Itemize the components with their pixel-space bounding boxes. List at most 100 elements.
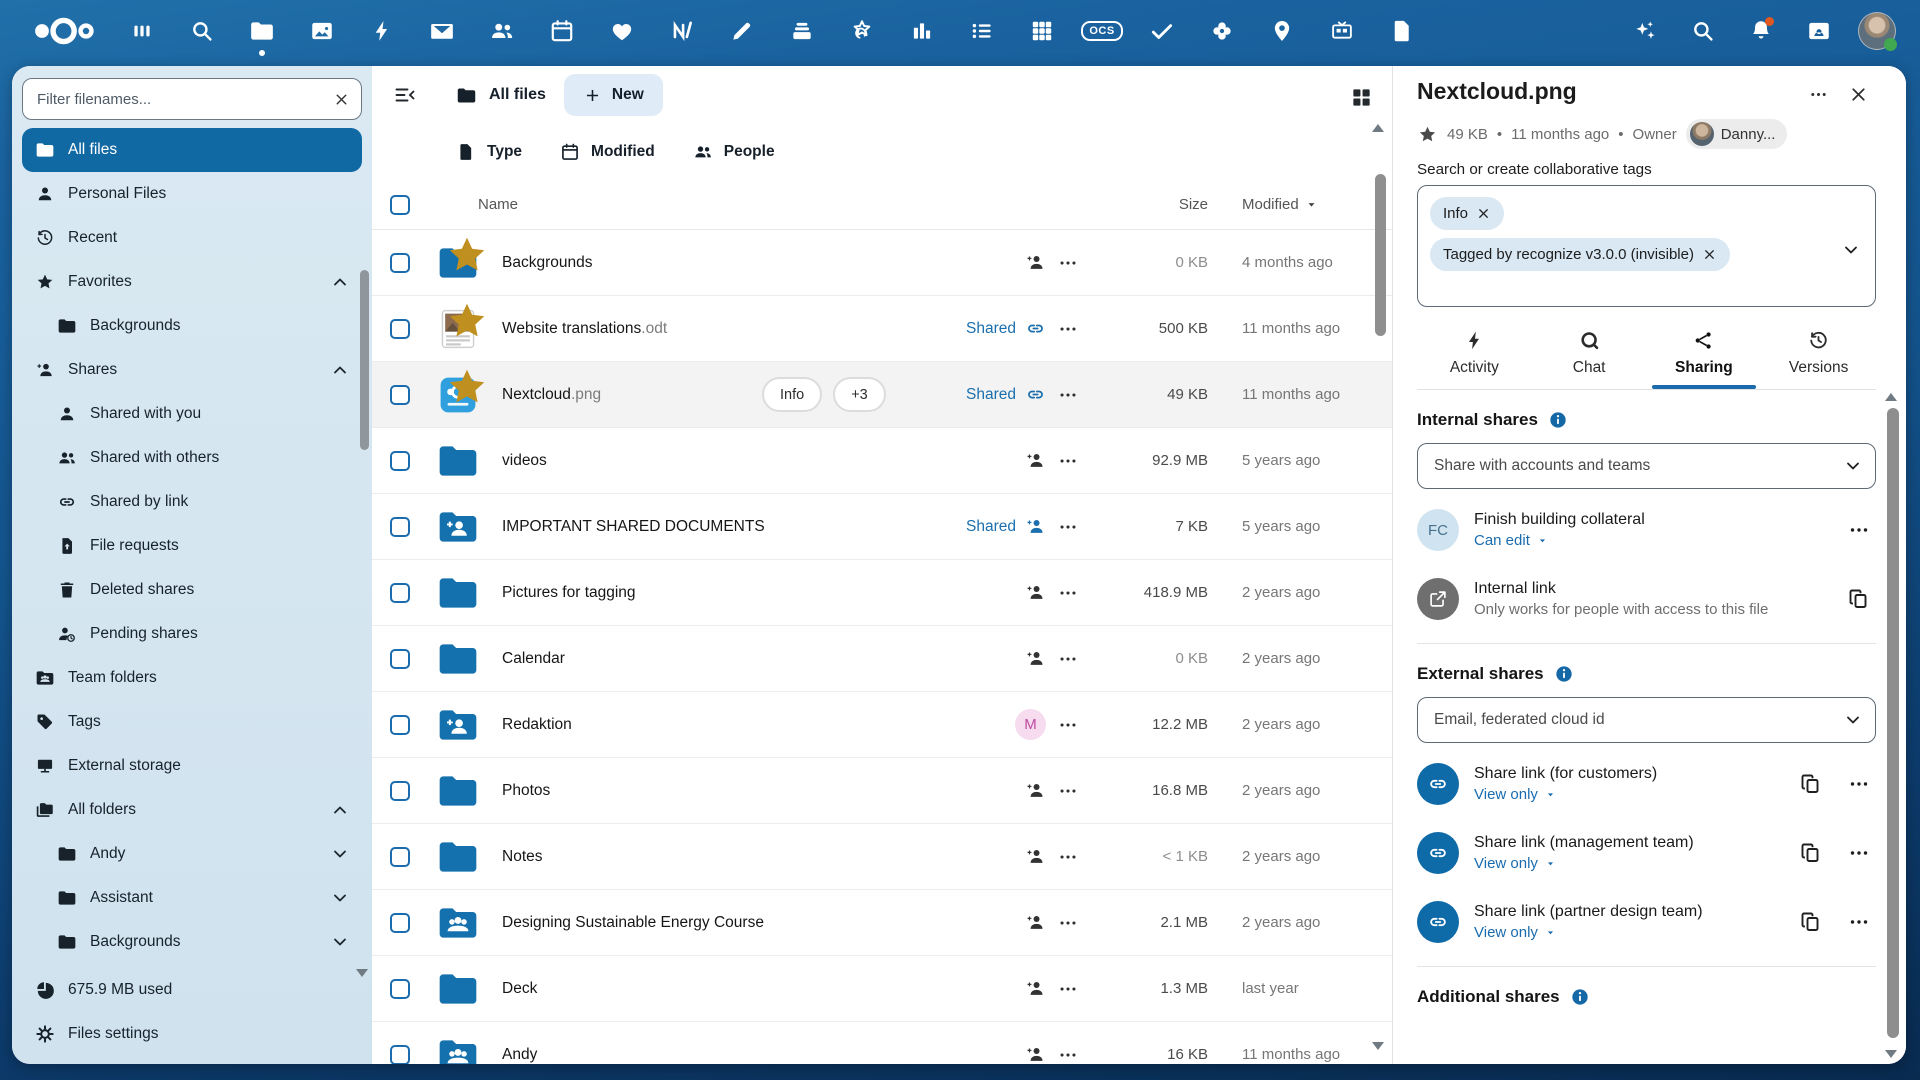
tag-chip-3[interactable]: +3: [833, 377, 886, 412]
filter-type[interactable]: Type: [456, 142, 522, 162]
breadcrumb[interactable]: All files: [456, 85, 546, 106]
filter-filenames-input[interactable]: [22, 78, 362, 120]
app-maps[interactable]: [1252, 5, 1312, 57]
sidebar-item-quota[interactable]: 675.9 MB used: [22, 968, 362, 1012]
row-actions-button[interactable]: [1046, 714, 1090, 736]
share-status[interactable]: [1025, 978, 1046, 999]
app-flower[interactable]: [1192, 5, 1252, 57]
sidebar-item-team-folders[interactable]: Team folders: [22, 656, 362, 700]
new-button[interactable]: New: [564, 74, 663, 116]
chevron-down-icon[interactable]: [330, 844, 350, 864]
file-row-videos[interactable]: videos92.9 MB5 years ago: [372, 428, 1392, 494]
chevron-down-icon[interactable]: [330, 888, 350, 908]
assistant-button[interactable]: [1616, 5, 1674, 57]
sidebar-item-shared-with-others[interactable]: Shared with others: [22, 436, 362, 480]
app-tasks[interactable]: [952, 5, 1012, 57]
app-notes[interactable]: [712, 5, 772, 57]
tags-input-box[interactable]: InfoTagged by recognize v3.0.0 (invisibl…: [1417, 185, 1876, 307]
app-heart[interactable]: [592, 5, 652, 57]
owner-pill[interactable]: Danny...: [1686, 119, 1788, 149]
tag-chip-info[interactable]: Info: [762, 377, 822, 412]
row-actions-button[interactable]: [1046, 780, 1090, 802]
sidebar-item-backgrounds[interactable]: Backgrounds: [22, 304, 362, 348]
row-actions-button[interactable]: [1046, 450, 1090, 472]
details-close-button[interactable]: [1840, 78, 1876, 110]
sidebar-item-external-storage[interactable]: External storage: [22, 744, 362, 788]
chevron-up-icon[interactable]: [330, 360, 350, 380]
sidebar-item-pending-shares[interactable]: Pending shares: [22, 612, 362, 656]
row-actions-button[interactable]: [1046, 846, 1090, 868]
sidebar-scroll-down-icon[interactable]: [356, 969, 368, 977]
sidebar-item-files-settings[interactable]: Files settings: [22, 1012, 362, 1056]
file-row-redaktion[interactable]: RedaktionM12.2 MB2 years ago: [372, 692, 1392, 758]
sidebar-scrollbar[interactable]: [360, 270, 369, 450]
share-status[interactable]: [1025, 846, 1046, 867]
sidebar-item-personal-files[interactable]: Personal Files: [22, 172, 362, 216]
share-permission[interactable]: View only: [1474, 924, 1779, 941]
share-actions-button[interactable]: [1842, 767, 1876, 801]
chevron-down-icon[interactable]: [1841, 240, 1861, 260]
app-calendar[interactable]: [532, 5, 592, 57]
app-recognize[interactable]: [832, 5, 892, 57]
sidebar-item-shared-by-link[interactable]: Shared by link: [22, 480, 362, 524]
row-checkbox[interactable]: [390, 583, 410, 603]
share-status[interactable]: M: [1015, 709, 1046, 740]
sidebar-item-recent[interactable]: Recent: [22, 216, 362, 260]
external-share-row[interactable]: Share link (partner design team)View onl…: [1417, 894, 1876, 950]
row-checkbox[interactable]: [390, 781, 410, 801]
share-status[interactable]: [1025, 1044, 1046, 1064]
app-dashboard[interactable]: [112, 5, 172, 57]
row-checkbox[interactable]: [390, 319, 410, 339]
app-mail[interactable]: [412, 5, 472, 57]
share-permission[interactable]: View only: [1474, 855, 1779, 872]
row-checkbox[interactable]: [390, 649, 410, 669]
row-actions-button[interactable]: [1046, 648, 1090, 670]
row-actions-button[interactable]: [1046, 516, 1090, 538]
app-files[interactable]: [232, 5, 292, 57]
sidebar-item-shared-with-you[interactable]: Shared with you: [22, 392, 362, 436]
contact-card-button[interactable]: [1790, 5, 1848, 57]
row-actions-button[interactable]: [1046, 912, 1090, 934]
row-checkbox[interactable]: [390, 715, 410, 735]
sidebar-item-tags[interactable]: Tags: [22, 700, 362, 744]
file-row-notes[interactable]: Notes< 1 KB2 years ago: [372, 824, 1392, 890]
internal-share-input[interactable]: [1417, 443, 1876, 489]
share-permission[interactable]: Can edit: [1474, 532, 1827, 549]
filter-modified[interactable]: Modified: [560, 142, 655, 162]
external-share-input[interactable]: [1417, 697, 1876, 743]
sidebar-item-andy[interactable]: Andy: [22, 832, 362, 876]
chevron-down-icon[interactable]: [330, 932, 350, 952]
app-checks[interactable]: [1132, 5, 1192, 57]
copy-share-link-button[interactable]: [1794, 905, 1828, 939]
row-checkbox[interactable]: [390, 517, 410, 537]
copy-internal-link-button[interactable]: [1842, 582, 1876, 616]
app-activity[interactable]: [352, 5, 412, 57]
app-search[interactable]: [172, 5, 232, 57]
shared-label[interactable]: Shared: [966, 386, 1016, 404]
external-share-row[interactable]: Share link (for customers)View only: [1417, 756, 1876, 812]
chevron-up-icon[interactable]: [330, 800, 350, 820]
file-row-backgrounds[interactable]: Backgrounds0 KB4 months ago: [372, 230, 1392, 296]
column-modified[interactable]: Modified: [1208, 196, 1392, 213]
sidebar-item-favorites[interactable]: Favorites: [22, 260, 362, 304]
shared-label[interactable]: Shared: [966, 320, 1016, 338]
select-all-checkbox[interactable]: [390, 195, 410, 215]
info-icon[interactable]: [1554, 664, 1574, 684]
notifications-button[interactable]: [1732, 5, 1790, 57]
app-tables[interactable]: [1012, 5, 1072, 57]
panel-scroll-down-icon[interactable]: [1885, 1050, 1897, 1058]
info-icon[interactable]: [1570, 987, 1590, 1007]
share-permission[interactable]: View only: [1474, 786, 1779, 803]
shared-label[interactable]: Shared: [966, 518, 1016, 536]
row-actions-button[interactable]: [1046, 318, 1090, 340]
list-scroll-up-icon[interactable]: [1372, 124, 1384, 132]
column-size[interactable]: Size: [1090, 196, 1208, 213]
row-checkbox[interactable]: [390, 253, 410, 273]
info-icon[interactable]: [1548, 410, 1568, 430]
app-analytics[interactable]: [892, 5, 952, 57]
app-deck[interactable]: [772, 5, 832, 57]
remove-tag-icon[interactable]: [1476, 206, 1491, 221]
details-more-button[interactable]: [1800, 78, 1836, 110]
file-row-pictures-for-tagging[interactable]: Pictures for tagging418.9 MB2 years ago: [372, 560, 1392, 626]
row-checkbox[interactable]: [390, 385, 410, 405]
